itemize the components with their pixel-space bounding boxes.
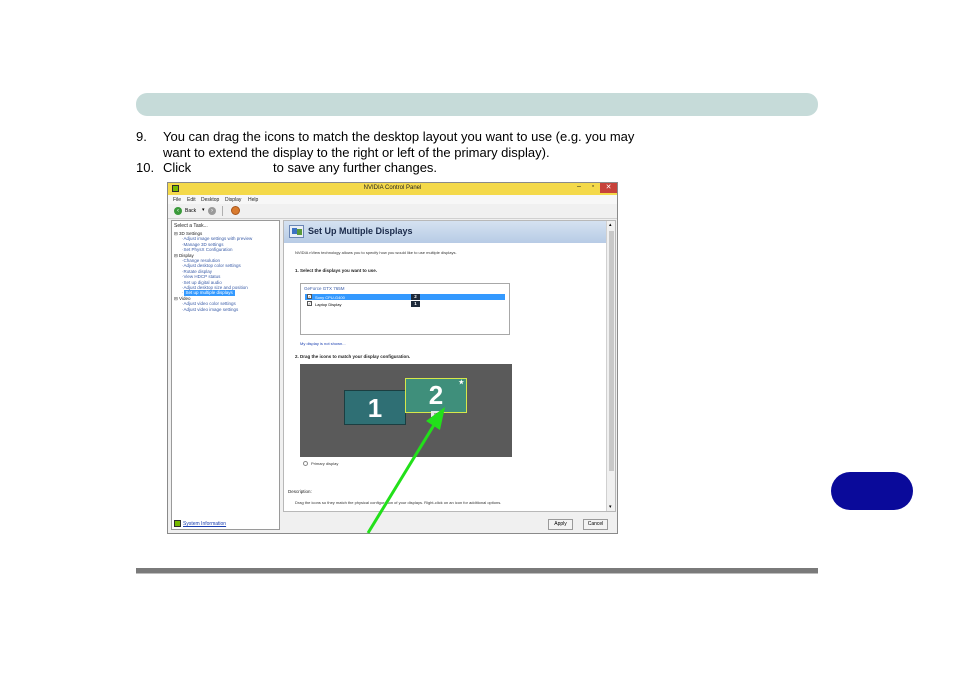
header-band <box>136 93 818 116</box>
task-tree-label: Set PhysX Configuration <box>183 247 233 253</box>
title-bar[interactable]: NVIDIA Control Panel – ▫ ✕ <box>168 183 617 195</box>
instruction-text: want to extend the display to the right … <box>163 145 550 160</box>
instruction-text: You can drag the icons to match the desk… <box>163 129 635 144</box>
chevron-down-icon[interactable]: ▾ <box>202 207 205 213</box>
menu-edit[interactable]: Edit <box>187 197 196 203</box>
instruction-text: to save any further changes. <box>273 160 438 175</box>
system-information-link[interactable]: System Information <box>183 521 226 527</box>
task-tree-label: Change resolution <box>183 258 221 264</box>
monitor-2-number: 2 <box>428 380 444 410</box>
display-arrangement-area[interactable]: 1 2 ★ ▭ <box>300 364 512 457</box>
task-tree-label: View HDCP status <box>183 274 221 280</box>
instruction-10: 10. Click to save any further changes. <box>136 160 536 176</box>
section-1-heading: 1. Select the displays you want to use. <box>295 268 378 273</box>
content-pane: Set Up Multiple Displays ▴ ▾ NVIDIA nVie… <box>283 220 616 512</box>
scroll-down-icon[interactable]: ▾ <box>609 504 612 510</box>
page-banner: Set Up Multiple Displays <box>284 221 606 243</box>
description-heading: Description: <box>288 489 312 494</box>
display-number-badge: 1 <box>411 301 420 307</box>
primary-display-label: Primary display <box>311 461 339 466</box>
vertical-scrollbar[interactable]: ▴ ▾ <box>606 221 615 511</box>
display-row[interactable]: ✓ Laptop Display 1 <box>305 301 505 307</box>
task-tree-label: Manage 3D settings <box>183 241 224 247</box>
instruction-number: 10. <box>136 160 155 175</box>
scroll-up-icon[interactable]: ▴ <box>609 222 612 228</box>
menu-file[interactable]: File <box>173 197 181 203</box>
task-tree-label: Set up multiple displays <box>183 290 235 296</box>
task-tree: ⊟ 3D Settings ·Adjust image settings with… <box>174 231 252 312</box>
task-tree-label: Adjust desktop color settings <box>183 263 241 269</box>
section-2-heading: 2. Drag the icons to match your display … <box>295 354 411 359</box>
toolbar: ‹ Back ▾ › <box>168 204 617 219</box>
close-button[interactable]: ✕ <box>600 183 617 193</box>
intro-text: NVIDIA nView technology allows you to sp… <box>295 250 457 255</box>
monitor-1-icon[interactable]: 1 <box>344 390 406 425</box>
monitor-2-icon[interactable]: 2 ★ ▭ <box>405 378 467 417</box>
back-button-label[interactable]: Back <box>185 208 196 214</box>
maximize-button[interactable]: ▫ <box>587 183 599 193</box>
instruction-number: 9. <box>136 129 147 144</box>
star-icon: ★ <box>458 380 464 386</box>
multiple-displays-icon <box>289 225 304 238</box>
display-icon: ▭ <box>431 411 441 417</box>
task-tree-label: Video <box>179 295 191 301</box>
window-title: NVIDIA Control Panel <box>363 185 422 191</box>
task-panel: Select a Task... ⊟ 3D Settings ·Adjust im… <box>171 220 280 530</box>
display-checkbox[interactable]: ✓ <box>307 301 312 306</box>
monitor-1-number: 1 <box>367 393 383 423</box>
task-panel-header: Select a Task... <box>174 223 208 229</box>
task-tree-label: Adjust video image settings <box>183 306 239 312</box>
primary-display-radio[interactable] <box>303 461 308 466</box>
gpu-name: GeForce GTX 765M <box>304 286 345 291</box>
instruction-9: 9. You can drag the icons to match the d… <box>136 129 696 161</box>
home-icon[interactable] <box>231 206 240 215</box>
task-tree-label: Display <box>179 252 194 258</box>
cancel-button[interactable]: Cancel <box>583 519 608 530</box>
menu-display[interactable]: Display <box>225 197 241 203</box>
task-tree-label: 3D Settings <box>179 231 203 236</box>
menu-desktop[interactable]: Desktop <box>201 197 219 203</box>
task-tree-label: Adjust image settings with preview <box>183 236 253 242</box>
system-information[interactable]: System Information <box>171 517 280 530</box>
display-row[interactable]: ✓ Sony CPU-G400 2 <box>305 294 505 300</box>
menu-bar: File Edit Desktop Display Help <box>168 195 617 204</box>
display-name: Sony CPU-G400 <box>315 294 345 300</box>
chapter-tab <box>831 472 913 510</box>
system-info-icon <box>174 520 181 527</box>
menu-help[interactable]: Help <box>248 197 258 203</box>
task-tree-label: Set up digital audio <box>183 279 222 285</box>
task-tree-label: Rotate display <box>183 268 213 274</box>
task-tree-label: Adjust desktop size and position <box>183 285 248 291</box>
task-tree-item[interactable]: ·Adjust video image settings <box>174 307 252 312</box>
task-tree-label: Adjust video color settings <box>183 301 236 307</box>
display-number-badge: 2 <box>411 294 420 300</box>
description-text: Drag the icons so they match the physica… <box>295 500 502 505</box>
instruction-text: Click <box>163 160 192 175</box>
page-title: Set Up Multiple Displays <box>308 226 413 236</box>
apply-button[interactable]: Apply <box>548 519 573 530</box>
display-name: Laptop Display <box>315 301 342 307</box>
display-not-shown-link[interactable]: My display is not shown... <box>300 341 346 346</box>
forward-arrow-icon[interactable]: › <box>208 207 216 215</box>
minimize-button[interactable]: – <box>573 183 585 193</box>
display-checkbox[interactable]: ✓ <box>307 294 312 299</box>
footer-rule <box>136 568 818 574</box>
display-list: GeForce GTX 765M ✓ Sony CPU-G400 2 ✓ Lap… <box>300 283 510 335</box>
toolbar-separator <box>222 206 223 216</box>
scroll-thumb[interactable] <box>609 231 614 471</box>
back-arrow-icon[interactable]: ‹ <box>174 207 182 215</box>
nvidia-control-panel-window: NVIDIA Control Panel – ▫ ✕ File Edit Des… <box>167 182 618 534</box>
